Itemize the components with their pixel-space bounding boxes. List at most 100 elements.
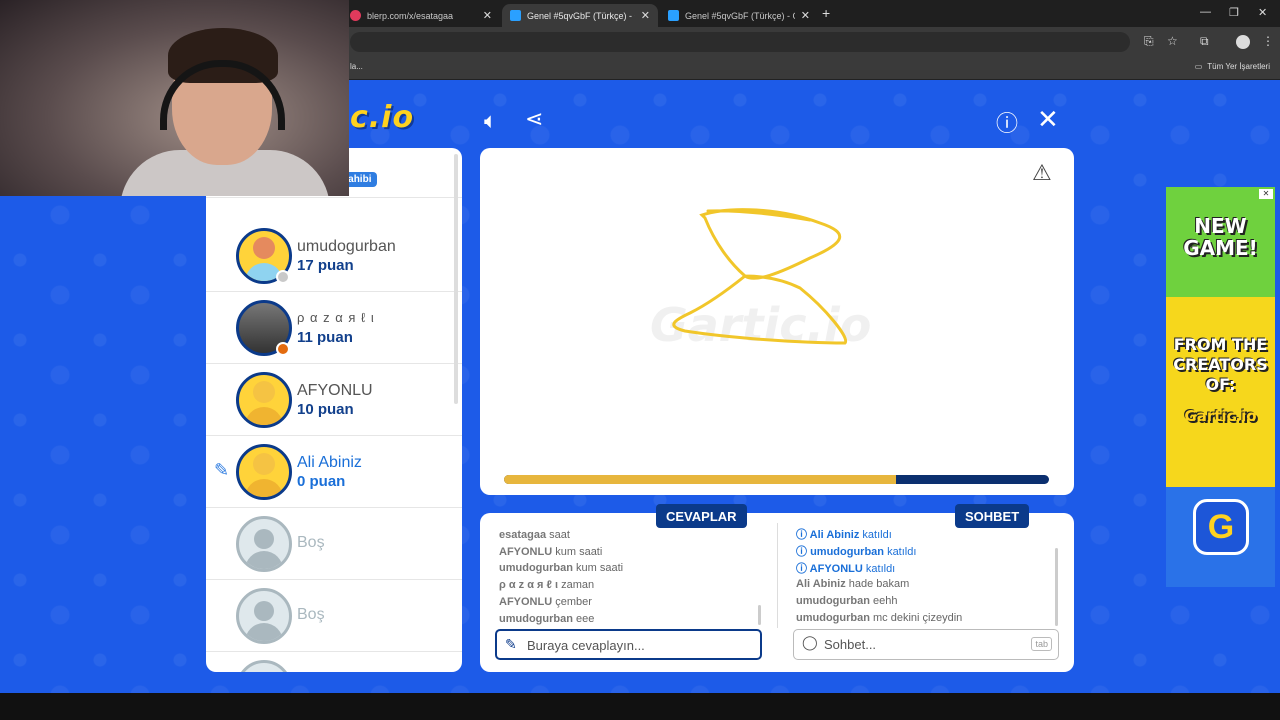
answer-text: kum saati xyxy=(576,562,624,575)
empty-slot xyxy=(206,652,462,672)
empty-slot-label: Boş xyxy=(297,534,325,551)
answer-user: ρ α z α я ℓ ι xyxy=(499,579,559,592)
bookmark-star-icon[interactable]: ☆ xyxy=(1167,34,1178,48)
chat-line: umudogurban mc dekini çizeydin xyxy=(796,612,962,624)
answer-input-box[interactable]: ✎ xyxy=(495,629,762,660)
answer-text: kum saati xyxy=(555,545,603,558)
chat-line: umudogurban eehh xyxy=(796,595,897,607)
chat-text: mc dekini çizeydin xyxy=(873,612,963,624)
info-icon[interactable]: ⓘ xyxy=(996,106,1018,138)
players-list: aa n 👤 Oda Sahibi umudogurban 17 puan ρ … xyxy=(206,148,462,672)
player-score: 10 puan xyxy=(297,401,354,418)
chat-divider xyxy=(777,523,778,628)
player-row-drawing[interactable]: ✎ Ali Abiniz 0 puan xyxy=(206,436,462,508)
profile-avatar[interactable] xyxy=(1236,35,1250,49)
install-icon[interactable]: ⎘ xyxy=(1144,34,1154,49)
empty-slot: Boş xyxy=(206,508,462,580)
all-bookmarks[interactable]: ▭ Tüm Yer İşaretleri xyxy=(1195,62,1270,71)
browser-tab-active[interactable]: Genel #5qvGbF (Türkçe) - Gartic ✕ xyxy=(502,4,658,27)
chat-user: umudogurban xyxy=(796,594,870,607)
answer-line: AFYONLU kum saati xyxy=(499,546,602,558)
ad-close-icon[interactable]: ✕ xyxy=(1259,189,1273,199)
chat-text: katıldı xyxy=(865,563,896,576)
chat-input-box[interactable]: ◯ tab xyxy=(793,629,1059,660)
chat-input[interactable] xyxy=(824,635,1044,653)
status-dot xyxy=(276,342,290,356)
answer-user: AFYONLU xyxy=(499,595,553,608)
tab-title: blerp.com/x/esatagaa xyxy=(367,10,454,21)
chat-text: hade bakam xyxy=(848,577,910,590)
advertisement[interactable]: NEW GAME! FROM THE CREATORS OF: Gartic.i… xyxy=(1166,187,1275,587)
bookmark-item[interactable]: la... xyxy=(350,62,363,71)
player-row[interactable]: ρ α z α я ℓ ι 11 puan xyxy=(206,292,462,364)
drawing-canvas[interactable]: Gartic.io ⚠ xyxy=(480,148,1074,495)
close-tab-icon[interactable]: ✕ xyxy=(483,9,492,22)
chat-system-line: ⓘ Ali Abiniz katıldı xyxy=(796,526,892,542)
ad-headline: NEW GAME! xyxy=(1183,214,1258,260)
chat-text: katıldı xyxy=(887,546,917,559)
empty-avatar xyxy=(236,588,292,644)
share-icon[interactable]: ⋖ xyxy=(525,106,543,132)
close-tab-icon[interactable]: ✕ xyxy=(801,9,810,22)
timer-progress-bar xyxy=(504,475,1049,484)
answer-line: esatagaa saat xyxy=(499,529,570,541)
extensions-icon[interactable]: ⧉ xyxy=(1200,34,1209,49)
exit-icon[interactable]: ✕ xyxy=(1037,104,1059,135)
sketch-drawing xyxy=(672,208,848,345)
players-scrollbar[interactable] xyxy=(454,154,458,404)
player-name: AFYONLU xyxy=(297,382,373,399)
answers-tab: CEVAPLAR xyxy=(656,504,747,528)
answers-scrollbar[interactable] xyxy=(758,605,761,625)
tab-title: Genel #5qvGbF (Türkçe) - Gartic xyxy=(685,10,795,21)
player-score: 17 puan xyxy=(297,257,354,274)
ad-subheadline: FROM THE CREATORS OF: xyxy=(1173,335,1268,394)
gartic-favicon-icon xyxy=(510,10,521,21)
answer-line: umudogurban eee xyxy=(499,613,594,625)
folder-icon: ▭ xyxy=(1194,62,1203,71)
window-close-icon[interactable]: ✕ xyxy=(1258,6,1267,19)
chat-system-line: ⓘ umudogurban katıldı xyxy=(796,543,916,559)
browser-tab[interactable]: blerp.com/x/esatagaa ✕ xyxy=(342,4,500,27)
tab-key-hint: tab xyxy=(1031,637,1052,651)
url-field[interactable] xyxy=(350,32,1130,52)
ad-app-icon: G xyxy=(1193,499,1249,555)
tab-title: Genel #5qvGbF (Türkçe) - Gartic xyxy=(527,10,635,21)
answer-input[interactable] xyxy=(527,636,747,654)
chat-user: AFYONLU xyxy=(809,563,863,576)
answer-text: zaman xyxy=(561,579,595,592)
report-warning-icon[interactable]: ⚠ xyxy=(1032,160,1052,186)
new-tab-icon[interactable]: + xyxy=(822,5,830,21)
minimize-icon[interactable]: — xyxy=(1200,6,1211,18)
player-row[interactable]: AFYONLU 10 puan xyxy=(206,364,462,436)
restore-icon[interactable]: ❐ xyxy=(1229,6,1239,19)
browser-tab[interactable]: Genel #5qvGbF (Türkçe) - Gartic ✕ xyxy=(660,4,818,27)
chat-tab: SOHBET xyxy=(955,504,1030,528)
status-dot xyxy=(276,270,290,284)
answer-line: umudogurban kum saati xyxy=(499,562,623,574)
webcam-overlay xyxy=(0,0,349,196)
gartic-logo: c.io xyxy=(350,100,415,135)
empty-slot: Boş xyxy=(206,580,462,652)
answer-user: umudogurban xyxy=(499,562,573,575)
answer-user: umudogurban xyxy=(499,612,573,625)
chat-user: umudogurban xyxy=(796,612,870,624)
player-name: Ali Abiniz xyxy=(297,454,362,471)
sound-icon[interactable]: 🔈︎ xyxy=(484,108,497,134)
chat-bubble-icon: ◯ xyxy=(802,634,818,650)
close-tab-icon[interactable]: ✕ xyxy=(641,9,650,22)
chat-scrollbar[interactable] xyxy=(1055,548,1058,626)
answer-line: ρ α z α я ℓ ι zaman xyxy=(499,579,594,591)
answer-user: esatagaa xyxy=(499,529,547,541)
answer-text: saat xyxy=(549,529,570,541)
answer-user: AFYONLU xyxy=(499,545,553,558)
menu-kebab-icon[interactable]: ⋮ xyxy=(1262,34,1274,48)
player-row[interactable]: umudogurban 17 puan xyxy=(206,220,462,292)
player-score: 0 puan xyxy=(297,473,346,490)
pencil-icon: ✎ xyxy=(505,636,517,652)
chat-system-line: ⓘ AFYONLU katıldı xyxy=(796,560,895,576)
timer-progress-fill xyxy=(504,475,897,484)
answer-text: eee xyxy=(576,612,595,625)
empty-slot-label: Boş xyxy=(297,606,325,623)
info-icon: ⓘ xyxy=(796,529,810,541)
answer-text: çember xyxy=(555,595,592,608)
